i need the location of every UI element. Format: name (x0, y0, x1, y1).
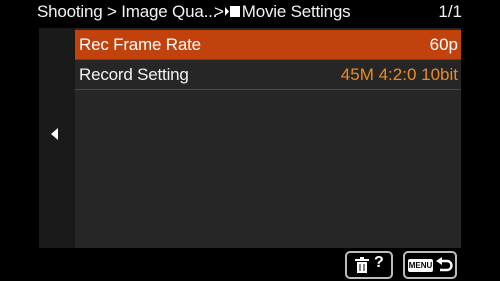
header-bar: Shooting > Image Qua... > Movie Settings … (0, 0, 500, 26)
menu-item-value: 45M 4:2:0 10bit (340, 65, 458, 84)
menu-panel: Rec Frame Rate 60p Record Setting 45M 4:… (75, 28, 461, 248)
menu-item-value: 60p (429, 35, 458, 54)
page-indicator: 1/1 (438, 2, 462, 21)
return-arrow-icon (436, 257, 453, 272)
delete-help-button[interactable]: ? (345, 251, 393, 279)
menu-label: MENU (408, 259, 433, 272)
breadcrumb-separator: > (214, 2, 224, 21)
menu-back-button[interactable]: MENU (403, 251, 457, 279)
breadcrumb-current: > Movie Settings (214, 2, 351, 22)
menu-item-record-setting[interactable]: Record Setting 45M 4:2:0 10bit (75, 60, 461, 89)
movie-mode-icon (224, 6, 240, 17)
left-arrow-icon[interactable] (51, 128, 59, 140)
divider (75, 89, 461, 90)
trash-icon (355, 257, 369, 273)
menu-item-label: Rec Frame Rate (79, 35, 201, 54)
page-title: Movie Settings (241, 2, 351, 21)
help-symbol: ? (374, 254, 384, 271)
menu-item-rec-frame-rate[interactable]: Rec Frame Rate 60p (75, 30, 461, 59)
menu-item-label: Record Setting (79, 65, 189, 84)
breadcrumb-path: Shooting > Image Qua... (37, 2, 218, 21)
